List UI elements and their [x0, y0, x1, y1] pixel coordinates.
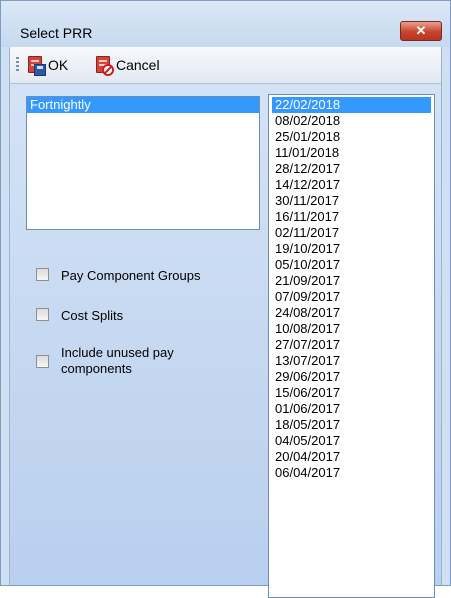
ok-button-label: OK — [48, 57, 69, 73]
cost-splits-checkbox[interactable] — [36, 308, 49, 321]
frequency-item-fortnightly[interactable]: Fortnightly — [27, 97, 259, 113]
date-item[interactable]: 06/04/2017 — [272, 465, 431, 481]
cancel-document-icon — [94, 55, 114, 76]
date-item[interactable]: 29/06/2017 — [272, 369, 431, 385]
include-unused-option[interactable]: Include unused pay components — [36, 345, 231, 377]
date-item[interactable]: 10/08/2017 — [272, 321, 431, 337]
date-item[interactable]: 20/04/2017 — [272, 449, 431, 465]
date-listbox[interactable]: 22/02/2018 08/02/2018 25/01/2018 11/01/2… — [268, 94, 435, 598]
include-unused-checkbox[interactable] — [36, 355, 49, 368]
date-item[interactable]: 28/12/2017 — [272, 161, 431, 177]
pay-component-groups-checkbox[interactable] — [36, 268, 49, 281]
ok-button[interactable]: OK — [26, 53, 68, 77]
date-list-items: 22/02/2018 08/02/2018 25/01/2018 11/01/2… — [272, 97, 431, 481]
save-document-icon — [26, 55, 46, 76]
date-item[interactable]: 11/01/2018 — [272, 145, 431, 161]
cancel-button-label: Cancel — [116, 57, 160, 73]
cancel-button[interactable]: Cancel — [94, 53, 160, 77]
toolbar-grip[interactable] — [16, 57, 19, 73]
window-title: Select PRR — [20, 25, 93, 41]
date-item[interactable]: 14/12/2017 — [272, 177, 431, 193]
date-item[interactable]: 18/05/2017 — [272, 417, 431, 433]
frequency-listbox[interactable]: Fortnightly — [26, 96, 260, 230]
date-item[interactable]: 15/06/2017 — [272, 385, 431, 401]
date-item[interactable]: 21/09/2017 — [272, 273, 431, 289]
title-bar[interactable]: Select PRR ✕ — [1, 1, 450, 47]
include-unused-label: Include unused pay components — [61, 345, 174, 376]
date-item[interactable]: 24/08/2017 — [272, 305, 431, 321]
date-item[interactable]: 02/11/2017 — [272, 225, 431, 241]
pay-component-groups-label: Pay Component Groups — [61, 268, 201, 283]
pay-component-groups-option[interactable]: Pay Component Groups — [36, 268, 231, 284]
date-item[interactable]: 16/11/2017 — [272, 209, 431, 225]
date-item[interactable]: 04/05/2017 — [272, 433, 431, 449]
date-item[interactable]: 27/07/2017 — [272, 337, 431, 353]
dialog-body: OK Cancel Fortnightly Pay Component Grou… — [9, 47, 442, 598]
cost-splits-option[interactable]: Cost Splits — [36, 308, 231, 324]
select-prr-dialog: Select PRR ✕ OK Cancel Fortnightly Pay C… — [0, 0, 451, 598]
close-button[interactable]: ✕ — [400, 21, 442, 41]
date-item[interactable]: 07/09/2017 — [272, 289, 431, 305]
cost-splits-label: Cost Splits — [61, 308, 124, 323]
date-item[interactable]: 05/10/2017 — [272, 257, 431, 273]
close-icon: ✕ — [415, 23, 427, 38]
date-item[interactable]: 08/02/2018 — [272, 113, 431, 129]
date-item[interactable]: 30/11/2017 — [272, 193, 431, 209]
date-item[interactable]: 25/01/2018 — [272, 129, 431, 145]
date-item[interactable]: 01/06/2017 — [272, 401, 431, 417]
toolbar: OK Cancel — [10, 47, 441, 84]
date-item[interactable]: 13/07/2017 — [272, 353, 431, 369]
date-item[interactable]: 22/02/2018 — [272, 97, 431, 113]
date-item[interactable]: 19/10/2017 — [272, 241, 431, 257]
